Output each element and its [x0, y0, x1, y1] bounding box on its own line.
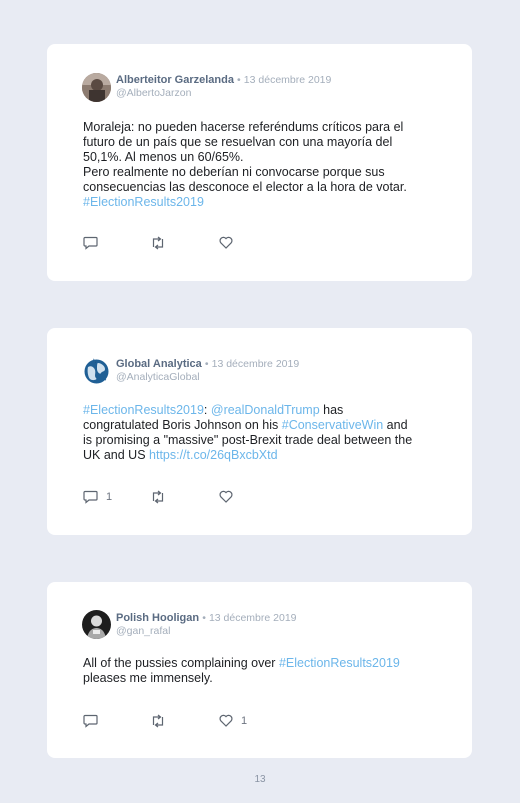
like-button[interactable]: 1	[219, 714, 247, 727]
author-name[interactable]: Global Analytica	[116, 358, 202, 370]
author-name[interactable]: Polish Hooligan	[116, 612, 199, 624]
text-line: Pero realmente no deberían ni convocarse…	[83, 165, 385, 179]
text-fragment: All of the pussies complaining over	[83, 656, 279, 670]
hashtag-link[interactable]: #ElectionResults2019	[83, 403, 204, 417]
retweet-button[interactable]	[150, 490, 174, 504]
like-icon	[219, 236, 233, 249]
retweet-icon	[152, 236, 164, 250]
avatar[interactable]	[82, 610, 111, 639]
tweet-card: Polish Hooligan • 13 décembre 2019 @gan_…	[47, 582, 472, 758]
tweet-card: Alberteitor Garzelanda • 13 décembre 201…	[47, 44, 472, 281]
reply-button[interactable]: 1	[83, 490, 112, 504]
text-line: 50,1%. Al menos un 60/65%.	[83, 150, 244, 164]
separator: •	[204, 358, 209, 370]
text-line: is promising a "massive" post-Brexit tra…	[83, 433, 413, 447]
author-line: Alberteitor Garzelanda • 13 décembre 201…	[116, 74, 331, 86]
text-line: futuro de un país que se resuelvan con u…	[83, 135, 393, 149]
avatar-photo	[82, 73, 111, 102]
like-button[interactable]	[219, 490, 241, 503]
text-fragment: has	[319, 403, 344, 417]
author-handle[interactable]: @AnalyticaGlobal	[116, 371, 200, 383]
separator: •	[202, 612, 206, 624]
hashtag-link[interactable]: #ElectionResults2019	[83, 195, 204, 209]
like-icon	[219, 490, 233, 503]
text-line: consecuencias las desconoce el elector a…	[83, 180, 407, 194]
text-fragment: congratulated Boris Johnson on his	[83, 418, 282, 432]
mention-link[interactable]: @realDonaldTrump	[211, 403, 320, 417]
retweet-button[interactable]	[150, 714, 174, 728]
reply-button[interactable]	[83, 236, 106, 250]
url-link[interactable]: https://t.co/26qBxcbXtd	[149, 448, 278, 462]
tweet-date[interactable]: 13 décembre 2019	[244, 74, 332, 86]
author-handle[interactable]: @AlbertoJarzon	[116, 87, 191, 99]
tweet-text: All of the pussies complaining over #Ele…	[83, 656, 443, 686]
text-line: pleases me immensely.	[83, 671, 213, 685]
hashtag-link[interactable]: #ConservativeWin	[282, 418, 383, 432]
tweet-card: Global Analytica • 13 décembre 2019 @Ana…	[47, 328, 472, 535]
text-fragment: UK and US	[83, 448, 150, 462]
retweet-button[interactable]	[150, 236, 174, 250]
like-count: 1	[241, 714, 248, 727]
retweet-icon	[152, 490, 164, 504]
text-line: Moraleja: no pueden hacerse referéndums …	[83, 120, 404, 134]
retweet-icon	[152, 714, 164, 728]
author-line: Global Analytica • 13 décembre 2019	[116, 358, 299, 370]
avatar[interactable]	[82, 357, 111, 386]
text-fragment: :	[203, 403, 211, 417]
like-icon	[219, 714, 233, 727]
globe-logo	[82, 357, 111, 386]
author-name[interactable]: Alberteitor Garzelanda	[116, 74, 234, 86]
author-line: Polish Hooligan • 13 décembre 2019	[116, 612, 297, 624]
separator: •	[237, 74, 241, 86]
reply-button[interactable]	[83, 714, 106, 728]
page-number: 13	[254, 774, 266, 785]
reply-icon	[83, 714, 98, 728]
text-fragment: and	[383, 418, 408, 432]
tweet-date[interactable]: 13 décembre 2019	[209, 612, 297, 624]
reply-count: 1	[106, 491, 113, 503]
avatar-photo	[82, 610, 111, 639]
like-button[interactable]	[219, 236, 241, 249]
reply-icon	[83, 236, 98, 250]
avatar[interactable]	[82, 73, 111, 102]
tweet-date[interactable]: 13 décembre 2019	[212, 358, 300, 370]
tweet-text: Moraleja: no pueden hacerse referéndums …	[83, 120, 443, 210]
author-handle[interactable]: @gan_rafal	[116, 625, 170, 637]
tweet-text: #ElectionResults2019: @realDonaldTrump h…	[83, 403, 443, 463]
hashtag-link[interactable]: #ElectionResults2019	[279, 656, 400, 670]
reply-icon	[83, 490, 98, 504]
